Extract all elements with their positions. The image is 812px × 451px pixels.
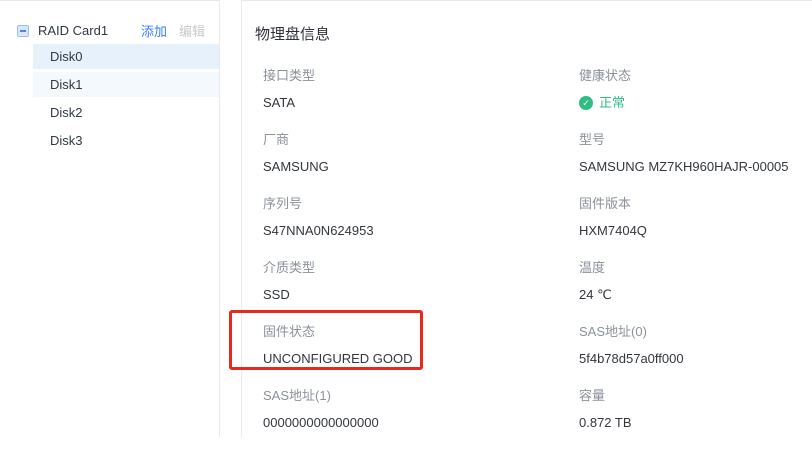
field-label: 型号 <box>579 131 812 149</box>
field-value: SATA <box>263 94 579 112</box>
health-status-text: 正常 <box>599 94 625 112</box>
health-status-value: ✓ 正常 <box>579 94 812 112</box>
page-title: 物理盘信息 <box>255 23 812 44</box>
field-label: 固件状态 <box>263 323 579 341</box>
field-value: SAMSUNG <box>263 158 579 176</box>
field-health-status: 健康状态 ✓ 正常 <box>579 67 812 112</box>
disk-list: Disk0 Disk1 Disk2 Disk3 <box>0 44 219 153</box>
raid-card-label[interactable]: RAID Card1 <box>38 23 141 38</box>
field-grid: 接口类型 SATA 健康状态 ✓ 正常 厂商 SAMSUNG 型号 SAMSUN… <box>263 67 812 451</box>
field-value: SSD <box>263 286 579 304</box>
physical-disk-info-panel: 物理盘信息 接口类型 SATA 健康状态 ✓ 正常 厂商 SAMSUNG 型号 … <box>241 0 812 437</box>
check-circle-icon: ✓ <box>579 96 593 110</box>
disk-tree-sidebar: RAID Card1 添加 编辑 Disk0 Disk1 Disk2 Disk3 <box>0 0 220 437</box>
sidebar-item-disk3[interactable]: Disk3 <box>33 128 219 153</box>
sidebar-item-disk2[interactable]: Disk2 <box>33 100 219 125</box>
field-firmware-state: 固件状态 UNCONFIGURED GOOD <box>263 323 579 368</box>
field-capacity: 容量 0.872 TB <box>579 387 812 432</box>
collapse-minus-icon[interactable] <box>17 25 29 37</box>
field-label: 容量 <box>579 387 812 405</box>
field-value: 24 ℃ <box>579 286 812 304</box>
field-label: SAS地址(1) <box>263 387 579 405</box>
field-label: 介质类型 <box>263 259 579 277</box>
field-model: 型号 SAMSUNG MZ7KH960HAJR-00005 <box>579 131 812 176</box>
field-value: 0000000000000000 <box>263 414 579 432</box>
field-value: 5f4b78d57a0ff000 <box>579 350 812 368</box>
sidebar-item-disk0[interactable]: Disk0 <box>33 44 219 69</box>
field-value: S47NNA0N624953 <box>263 222 579 240</box>
field-vendor: 厂商 SAMSUNG <box>263 131 579 176</box>
field-label: 接口类型 <box>263 67 579 85</box>
sidebar-item-disk1[interactable]: Disk1 <box>33 72 219 97</box>
field-value: HXM7404Q <box>579 222 812 240</box>
field-firmware-version: 固件版本 HXM7404Q <box>579 195 812 240</box>
field-temperature: 温度 24 ℃ <box>579 259 812 304</box>
field-sas-address-0: SAS地址(0) 5f4b78d57a0ff000 <box>579 323 812 368</box>
field-label: 温度 <box>579 259 812 277</box>
minus-bar <box>20 30 26 32</box>
field-value: UNCONFIGURED GOOD <box>263 350 579 368</box>
field-label: 健康状态 <box>579 67 812 85</box>
field-value: 0.872 TB <box>579 414 812 432</box>
edit-link[interactable]: 编辑 <box>179 21 205 40</box>
field-sas-address-1: SAS地址(1) 0000000000000000 <box>263 387 579 432</box>
field-label: 固件版本 <box>579 195 812 213</box>
raid-card-row: RAID Card1 添加 编辑 <box>0 17 219 44</box>
field-label: 序列号 <box>263 195 579 213</box>
field-media-type: 介质类型 SSD <box>263 259 579 304</box>
add-link[interactable]: 添加 <box>141 21 167 40</box>
field-label: SAS地址(0) <box>579 323 812 341</box>
field-value: SAMSUNG MZ7KH960HAJR-00005 <box>579 158 812 176</box>
field-label: 厂商 <box>263 131 579 149</box>
field-serial-number: 序列号 S47NNA0N624953 <box>263 195 579 240</box>
field-interface-type: 接口类型 SATA <box>263 67 579 112</box>
raid-card-actions: 添加 编辑 <box>141 21 205 40</box>
